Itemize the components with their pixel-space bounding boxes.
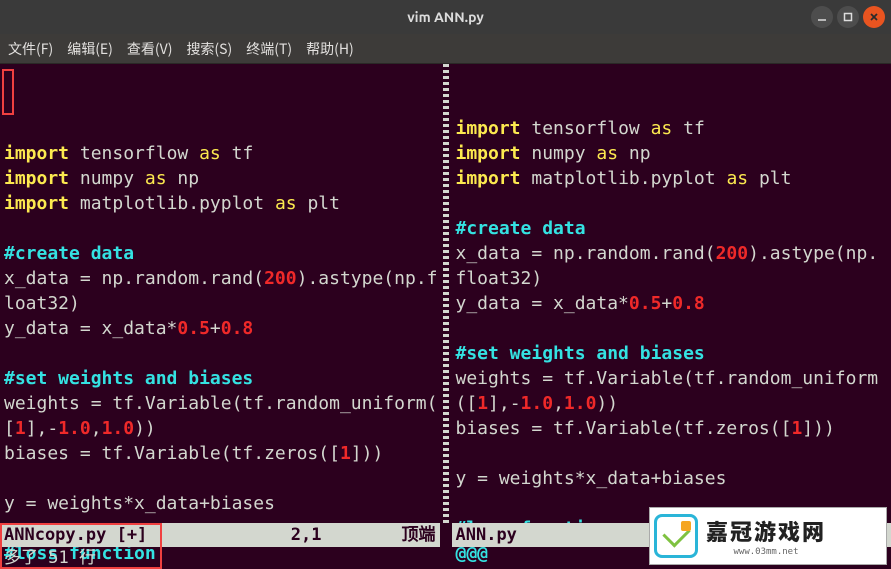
cmdline[interactable]: 多了 51 行 <box>0 547 440 569</box>
left-status-pos: 2,1 <box>291 523 322 548</box>
code-line[interactable] <box>456 441 888 466</box>
window-titlebar: vim ANN.py <box>0 0 891 34</box>
site-watermark: 嘉冠游戏网 www.03mm.net <box>649 507 887 565</box>
code-line[interactable]: weights = tf.Variable(tf.random_uniform( <box>4 391 436 416</box>
right-pane[interactable]: import tensorflow as tfimport numpy as n… <box>452 64 891 569</box>
code-line[interactable] <box>4 466 436 491</box>
code-line[interactable]: import numpy as np <box>456 141 888 166</box>
code-line[interactable]: weights = tf.Variable(tf.random_uniform <box>456 366 888 391</box>
left-status-file: ANNcopy.py [+] <box>4 523 147 548</box>
code-line[interactable]: biases = tf.Variable(tf.zeros([1])) <box>456 416 888 441</box>
code-line[interactable]: import matplotlib.pyplot as plt <box>4 191 436 216</box>
left-pane[interactable]: import tensorflow as tfimport numpy as n… <box>0 64 440 569</box>
window-title: vim ANN.py <box>407 9 484 25</box>
code-line[interactable]: #create data <box>456 216 888 241</box>
code-line[interactable]: #set weights and biases <box>456 341 888 366</box>
minimize-button[interactable] <box>811 6 833 28</box>
code-line[interactable]: float32) <box>456 266 888 291</box>
code-line[interactable]: import numpy as np <box>4 166 436 191</box>
left-statusline: ANNcopy.py [+] 2,1 顶端 <box>0 523 440 547</box>
code-line[interactable] <box>4 116 436 141</box>
maximize-button[interactable] <box>837 6 859 28</box>
right-status-file: ANN.py <box>456 523 517 548</box>
watermark-icon <box>654 514 698 558</box>
code-line[interactable] <box>456 316 888 341</box>
menu-help[interactable]: 帮助(H) <box>306 39 354 59</box>
cmdline-msg: 多了 51 行 <box>4 546 96 569</box>
left-code[interactable]: import tensorflow as tfimport numpy as n… <box>0 114 440 566</box>
code-line[interactable]: [1],-1.0,1.0)) <box>4 416 436 441</box>
code-line[interactable]: #set weights and biases <box>4 366 436 391</box>
code-line[interactable]: y_data = x_data*0.5+0.8 <box>456 291 888 316</box>
code-line[interactable]: x_data = np.random.rand(200).astype(np.f <box>4 266 436 291</box>
vertical-split[interactable] <box>440 64 452 569</box>
code-line[interactable]: y = weights*x_data+biases <box>456 466 888 491</box>
menu-terminal[interactable]: 终端(T) <box>246 39 292 59</box>
close-button[interactable] <box>863 6 885 28</box>
menu-view[interactable]: 查看(V) <box>127 39 173 59</box>
watermark-text: 嘉冠游戏网 <box>706 515 826 547</box>
code-line[interactable]: y = weights*x_data+biases <box>4 491 436 516</box>
watermark-url: www.03mm.net <box>733 547 798 557</box>
code-line[interactable] <box>4 341 436 366</box>
code-line[interactable]: import tensorflow as tf <box>456 116 888 141</box>
left-status-view: 顶端 <box>402 523 436 548</box>
window-controls <box>811 6 885 28</box>
code-line[interactable]: y_data = x_data*0.5+0.8 <box>4 316 436 341</box>
code-line[interactable]: x_data = np.random.rand(200).astype(np. <box>456 241 888 266</box>
menu-file[interactable]: 文件(F) <box>8 39 53 59</box>
code-line[interactable] <box>4 216 436 241</box>
code-line[interactable]: #create data <box>4 241 436 266</box>
code-line[interactable] <box>456 191 888 216</box>
code-line[interactable]: loat32) <box>4 291 436 316</box>
editor-area: import tensorflow as tfimport numpy as n… <box>0 64 891 569</box>
code-line[interactable]: import matplotlib.pyplot as plt <box>456 166 888 191</box>
right-code[interactable]: import tensorflow as tfimport numpy as n… <box>452 114 891 566</box>
menubar: 文件(F) 编辑(E) 查看(V) 搜索(S) 终端(T) 帮助(H) <box>0 34 891 64</box>
menu-edit[interactable]: 编辑(E) <box>67 39 113 59</box>
code-line[interactable]: import tensorflow as tf <box>4 141 436 166</box>
code-line[interactable]: biases = tf.Variable(tf.zeros([1])) <box>4 441 436 466</box>
menu-search[interactable]: 搜索(S) <box>186 39 232 59</box>
code-line[interactable]: ([1],-1.0,1.0)) <box>456 391 888 416</box>
